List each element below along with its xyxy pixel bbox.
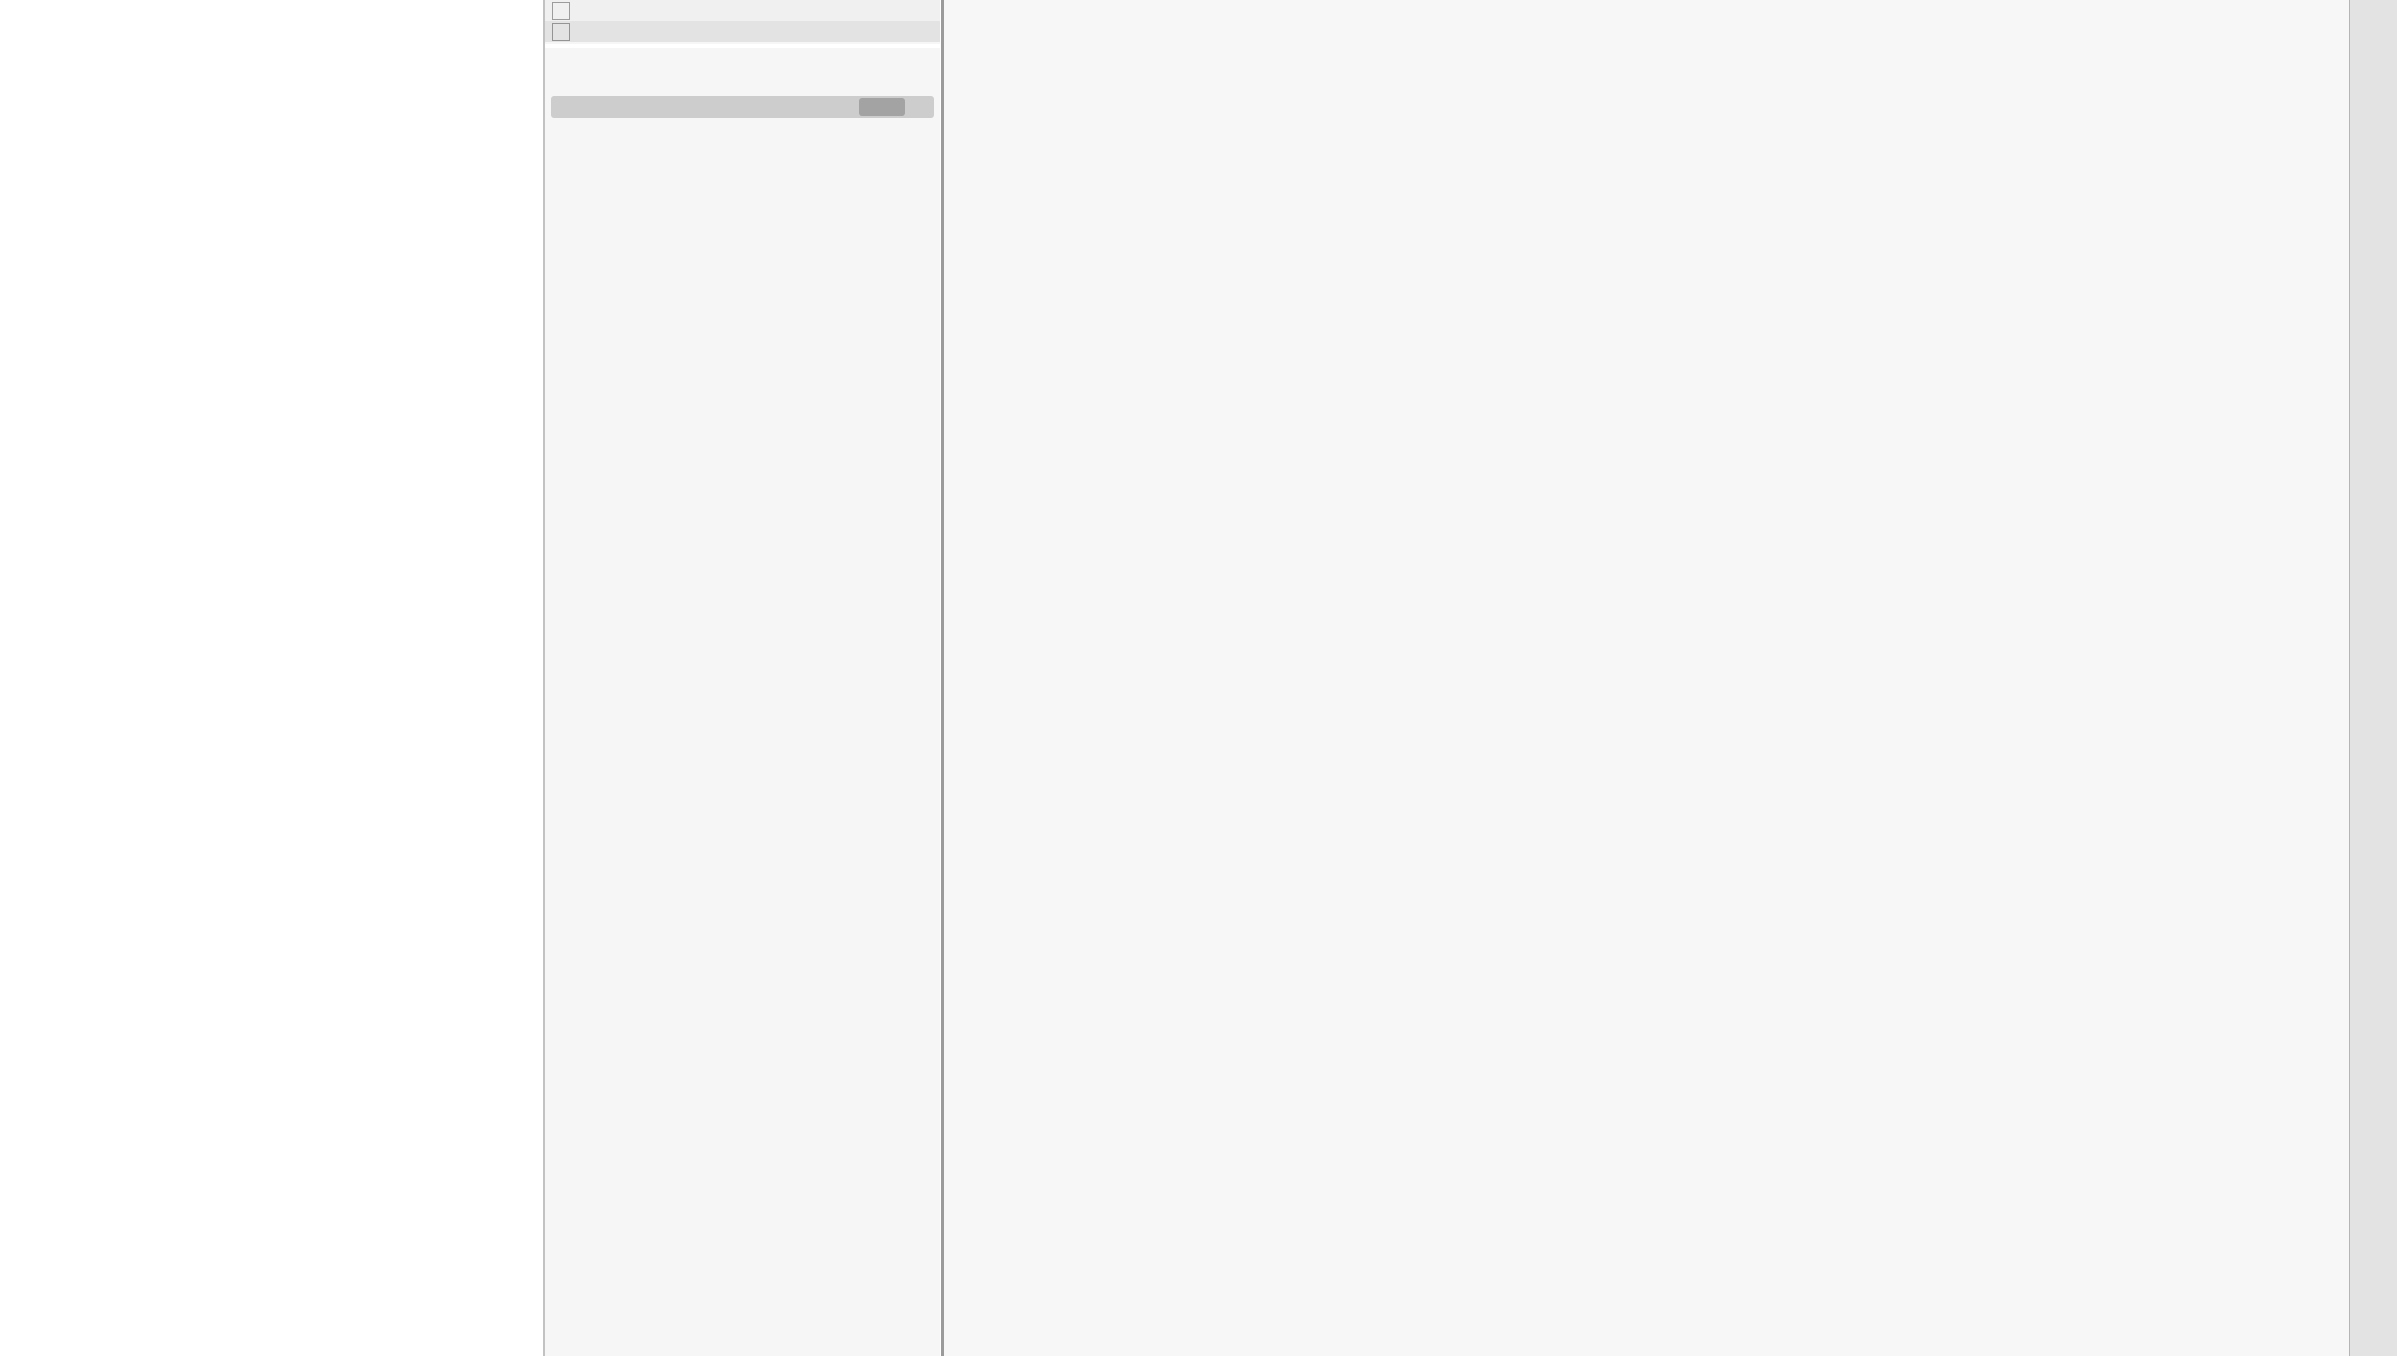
cursor-a-swatch <box>552 23 570 41</box>
vcd-viewer-window <box>0 0 2397 1356</box>
cursor-b-swatch <box>552 2 570 20</box>
divider <box>545 44 940 48</box>
signals-hscrollbar[interactable] <box>551 96 934 118</box>
wave-panel[interactable] <box>941 0 2352 1356</box>
graph-panel <box>0 0 545 1356</box>
right-toolbar <box>2349 0 2397 1356</box>
signals-panel <box>545 0 940 1356</box>
signals-hscrollbar-thumb[interactable] <box>859 98 905 116</box>
module-header[interactable] <box>553 52 562 92</box>
cursor-row-a[interactable] <box>545 21 940 42</box>
cursor-row-b[interactable] <box>545 0 940 21</box>
